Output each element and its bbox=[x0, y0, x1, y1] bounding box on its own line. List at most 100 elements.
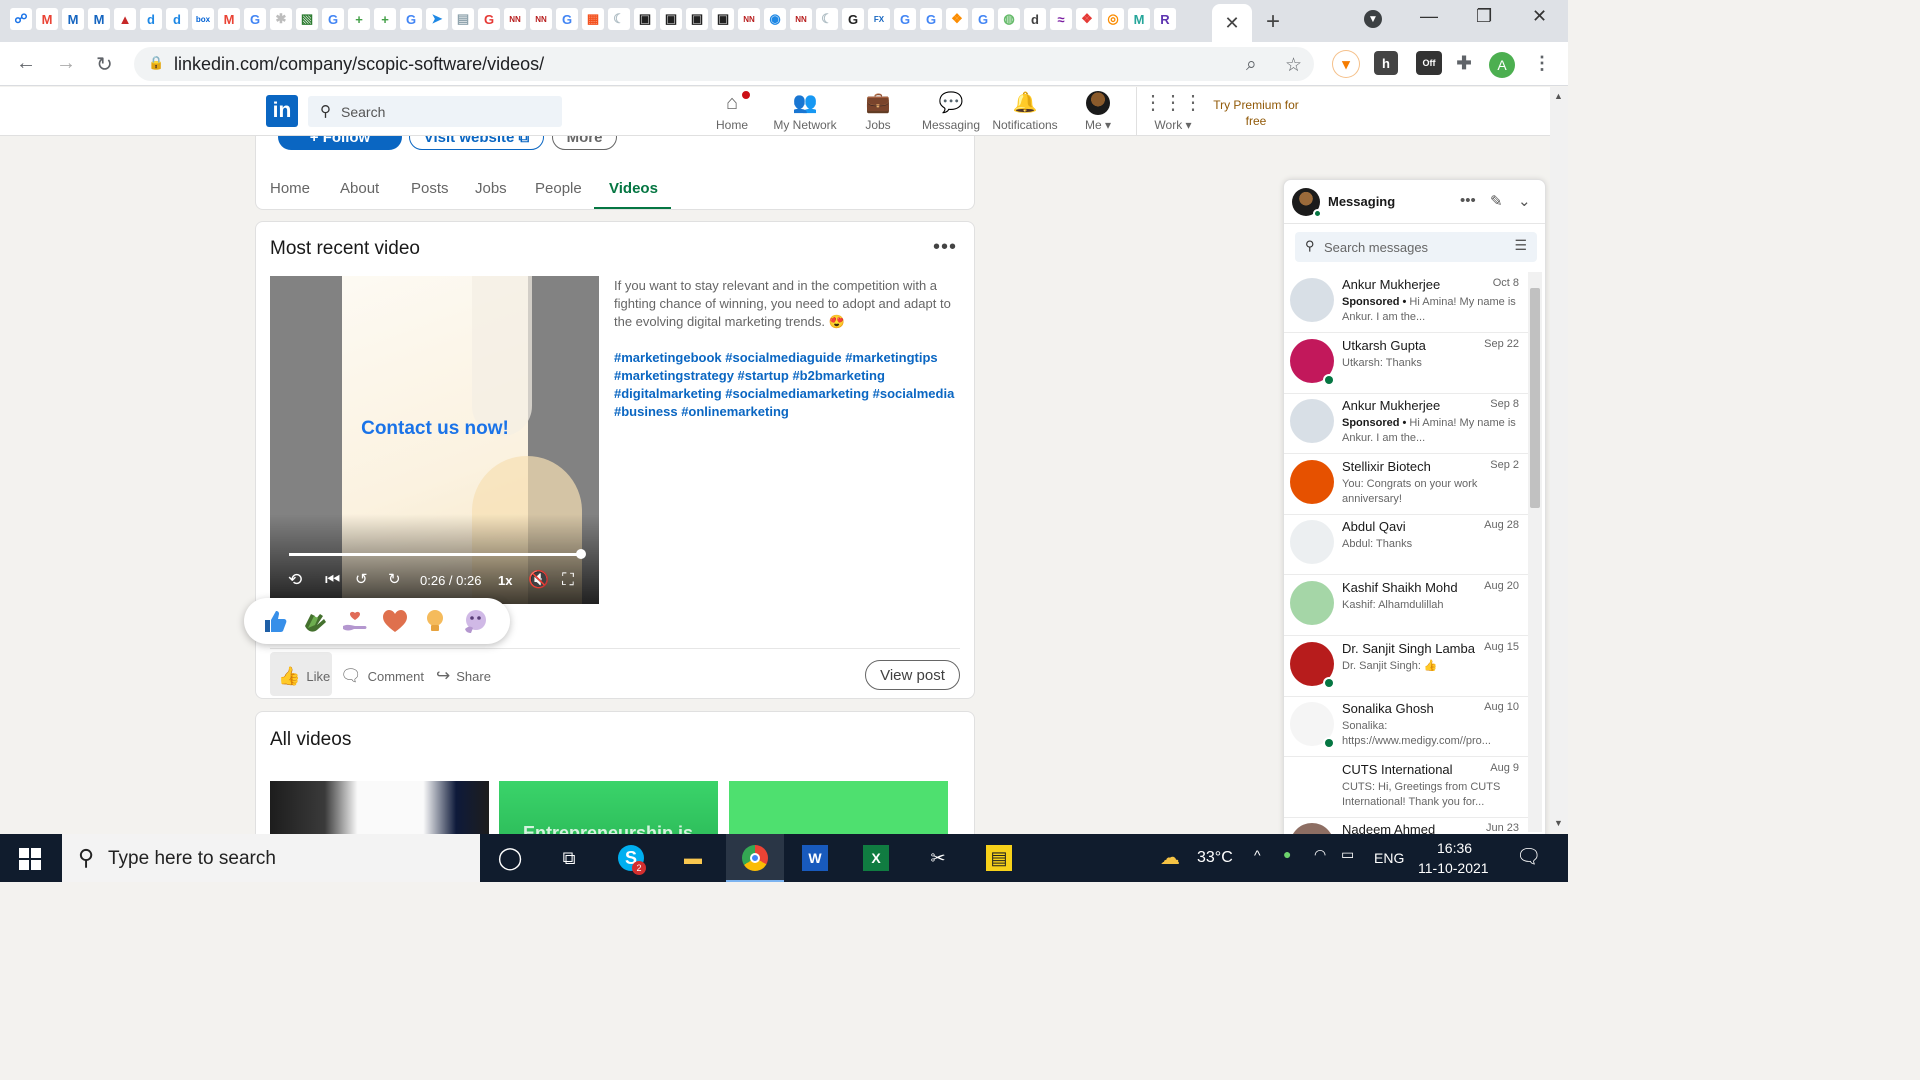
send-icon[interactable]: ➤ bbox=[426, 8, 448, 30]
tab-icon-m1[interactable]: M bbox=[62, 8, 84, 30]
windows-start-icon[interactable] bbox=[17, 846, 43, 872]
messaging-header[interactable]: Messaging ••• ✎ ⌄ bbox=[1284, 180, 1545, 224]
profile-avatar[interactable]: A bbox=[1489, 52, 1515, 78]
rewind-10-icon[interactable]: ↺ bbox=[355, 570, 368, 588]
antivirus-icon[interactable]: ● bbox=[1283, 846, 1291, 862]
sticky-notes-icon[interactable]: ▤ bbox=[986, 845, 1012, 871]
google-icon-8[interactable]: G bbox=[972, 8, 994, 30]
conversation-item[interactable]: Ankur Mukherjee Sep 8 Sponsored • Hi Amina… bbox=[1284, 393, 1529, 455]
tab-jobs[interactable]: Jobs bbox=[475, 180, 507, 197]
google-icon-2[interactable]: G bbox=[322, 8, 344, 30]
google-icon-1[interactable]: G bbox=[244, 8, 266, 30]
snipping-tool-icon[interactable]: ✂ bbox=[925, 845, 951, 871]
scroll-down-arrow[interactable]: ▼ bbox=[1554, 818, 1563, 828]
conversation-item[interactable]: Kashif Shaikh Mohd Aug 20 Kashif: Alhamdul… bbox=[1284, 575, 1529, 636]
reload-icon[interactable]: ↻ bbox=[96, 52, 113, 77]
tab-icon-moon[interactable]: ☾ bbox=[608, 8, 630, 30]
restore-button[interactable]: ❐ bbox=[1476, 6, 1492, 27]
fullscreen-icon[interactable]: ⛶ bbox=[562, 570, 574, 590]
conversation-item[interactable]: Abdul Qavi Aug 28 Abdul: Thanks bbox=[1284, 514, 1529, 576]
browser-menu-icon[interactable]: ⋮ bbox=[1530, 51, 1554, 75]
cart-icon[interactable]: ▤ bbox=[452, 8, 474, 30]
like-reaction-icon[interactable] bbox=[260, 606, 290, 636]
tab-icon-shield[interactable]: ◉ bbox=[764, 8, 786, 30]
conversation-item[interactable]: Sonalika Ghosh Aug 10 Sonalika: https://ww… bbox=[1284, 696, 1529, 758]
tab-people[interactable]: People bbox=[535, 180, 582, 197]
honey-extension-icon[interactable]: ▾ bbox=[1333, 51, 1359, 77]
nn-icon-1[interactable]: NN bbox=[504, 8, 526, 30]
insightful-reaction-icon[interactable] bbox=[420, 606, 450, 636]
linkedin-search-input[interactable]: ⚲ Search bbox=[308, 96, 562, 127]
playback-speed-button[interactable]: 1x bbox=[498, 573, 512, 588]
tray-expand-icon[interactable]: ^ bbox=[1254, 847, 1261, 863]
google-icon-4[interactable]: G bbox=[556, 8, 578, 30]
fx-icon[interactable]: FX bbox=[868, 8, 890, 30]
clock-date[interactable]: 11-10-2021 bbox=[1418, 860, 1489, 876]
tab-videos[interactable]: Videos bbox=[609, 180, 658, 197]
weather-icon[interactable]: ☁ bbox=[1160, 845, 1180, 870]
tab-icon-colorful[interactable]: ❖ bbox=[946, 8, 968, 30]
tab-icon-m2[interactable]: M bbox=[88, 8, 110, 30]
nn-icon-4[interactable]: NN bbox=[790, 8, 812, 30]
clock-time[interactable]: 16:36 bbox=[1437, 840, 1472, 856]
taskbar-search-input[interactable]: ⚲ Type here to search bbox=[62, 834, 480, 882]
battery-icon[interactable]: ▭ bbox=[1341, 846, 1354, 863]
video-hashtags[interactable]: #marketingebook #socialmediaguide #marke… bbox=[614, 349, 959, 421]
temperature[interactable]: 33°C bbox=[1197, 849, 1233, 867]
tab-icon-round[interactable]: ◍ bbox=[998, 8, 1020, 30]
tab-icon-moon-2[interactable]: ☾ bbox=[816, 8, 838, 30]
tab-icon-1[interactable]: ☍ bbox=[10, 8, 32, 30]
tab-icon-green-1[interactable]: ▧ bbox=[296, 8, 318, 30]
nav-me[interactable]: Me ▾ bbox=[1058, 91, 1138, 132]
filter-icon[interactable]: ☰ bbox=[1514, 237, 1527, 254]
tab-icon-d2[interactable]: d bbox=[166, 8, 188, 30]
google-icon-6[interactable]: G bbox=[894, 8, 916, 30]
video-progress-bar[interactable] bbox=[289, 553, 581, 556]
messaging-scrollbar[interactable] bbox=[1528, 272, 1542, 832]
like-button[interactable]: 👍 Like bbox=[278, 666, 330, 687]
off-extension-icon[interactable]: Off bbox=[1416, 51, 1442, 75]
nav-jobs[interactable]: 💼 Jobs bbox=[838, 91, 918, 132]
conversation-item[interactable]: CUTS International Aug 9 CUTS: Hi, Greetin… bbox=[1284, 757, 1529, 818]
h-extension-icon[interactable]: h bbox=[1374, 51, 1398, 75]
tab-icon-g-red[interactable]: G bbox=[478, 8, 500, 30]
love-reaction-icon[interactable] bbox=[380, 606, 410, 636]
replay-icon[interactable]: ⟲ bbox=[288, 570, 302, 590]
try-premium-link[interactable]: Try Premium for free bbox=[1206, 97, 1306, 129]
nn-icon-2[interactable]: NN bbox=[530, 8, 552, 30]
nav-messaging[interactable]: 💬 Messaging bbox=[911, 91, 991, 132]
url-field[interactable]: 🔒 linkedin.com/company/scopic-software/v… bbox=[134, 47, 1314, 81]
google-icon-3[interactable]: G bbox=[400, 8, 422, 30]
minimize-button[interactable]: — bbox=[1420, 6, 1438, 27]
bookmark-star-icon[interactable]: ☆ bbox=[1285, 54, 1302, 77]
scroll-up-arrow[interactable]: ▲ bbox=[1554, 91, 1563, 101]
gmail-icon[interactable]: M bbox=[36, 8, 58, 30]
rand-icon[interactable]: R bbox=[1154, 8, 1176, 30]
gpm-icon-3[interactable]: ▣ bbox=[686, 8, 708, 30]
more-options-icon[interactable]: ••• bbox=[933, 236, 957, 259]
view-post-button[interactable]: View post bbox=[865, 660, 960, 690]
tab-icon-d1[interactable]: d bbox=[140, 8, 162, 30]
zoom-icon[interactable]: ⌕ bbox=[1246, 54, 1257, 76]
tab-icon-loading[interactable]: ✱ bbox=[270, 8, 292, 30]
curious-reaction-icon[interactable] bbox=[460, 606, 490, 636]
comment-button[interactable]: 🗨 Comment bbox=[340, 666, 424, 686]
forward-10-icon[interactable]: ↻ bbox=[388, 570, 401, 588]
cortana-icon[interactable]: ◯ bbox=[497, 845, 523, 871]
nn-icon-3[interactable]: NN bbox=[738, 8, 760, 30]
tab-search-icon[interactable]: ▼ bbox=[1364, 10, 1382, 28]
more-options-icon[interactable]: ••• bbox=[1460, 192, 1476, 209]
video-player[interactable]: Contact us now! ⟲ ⏮ ↺ ↻ 0:26 / 0:26 1x 🔇… bbox=[270, 276, 599, 604]
compose-icon[interactable]: ✎ bbox=[1490, 192, 1503, 210]
nav-my-network[interactable]: 👥 My Network bbox=[765, 91, 845, 132]
support-reaction-icon[interactable] bbox=[340, 606, 370, 636]
tab-home[interactable]: Home bbox=[270, 180, 310, 197]
tab-icon-red[interactable]: ▲ bbox=[114, 8, 136, 30]
google-icon-5[interactable]: G bbox=[842, 8, 864, 30]
nav-work[interactable]: ⋮⋮⋮ Work ▾ bbox=[1133, 91, 1213, 132]
conversation-item[interactable]: Ankur Mukherjee Oct 8 Sponsored • Hi Amina… bbox=[1284, 272, 1529, 333]
tab-icon-colorful-2[interactable]: ❖ bbox=[1076, 8, 1098, 30]
google-icon-7[interactable]: G bbox=[920, 8, 942, 30]
close-window-button[interactable]: ✕ bbox=[1532, 6, 1547, 27]
file-explorer-icon[interactable]: ▬ bbox=[680, 845, 706, 871]
